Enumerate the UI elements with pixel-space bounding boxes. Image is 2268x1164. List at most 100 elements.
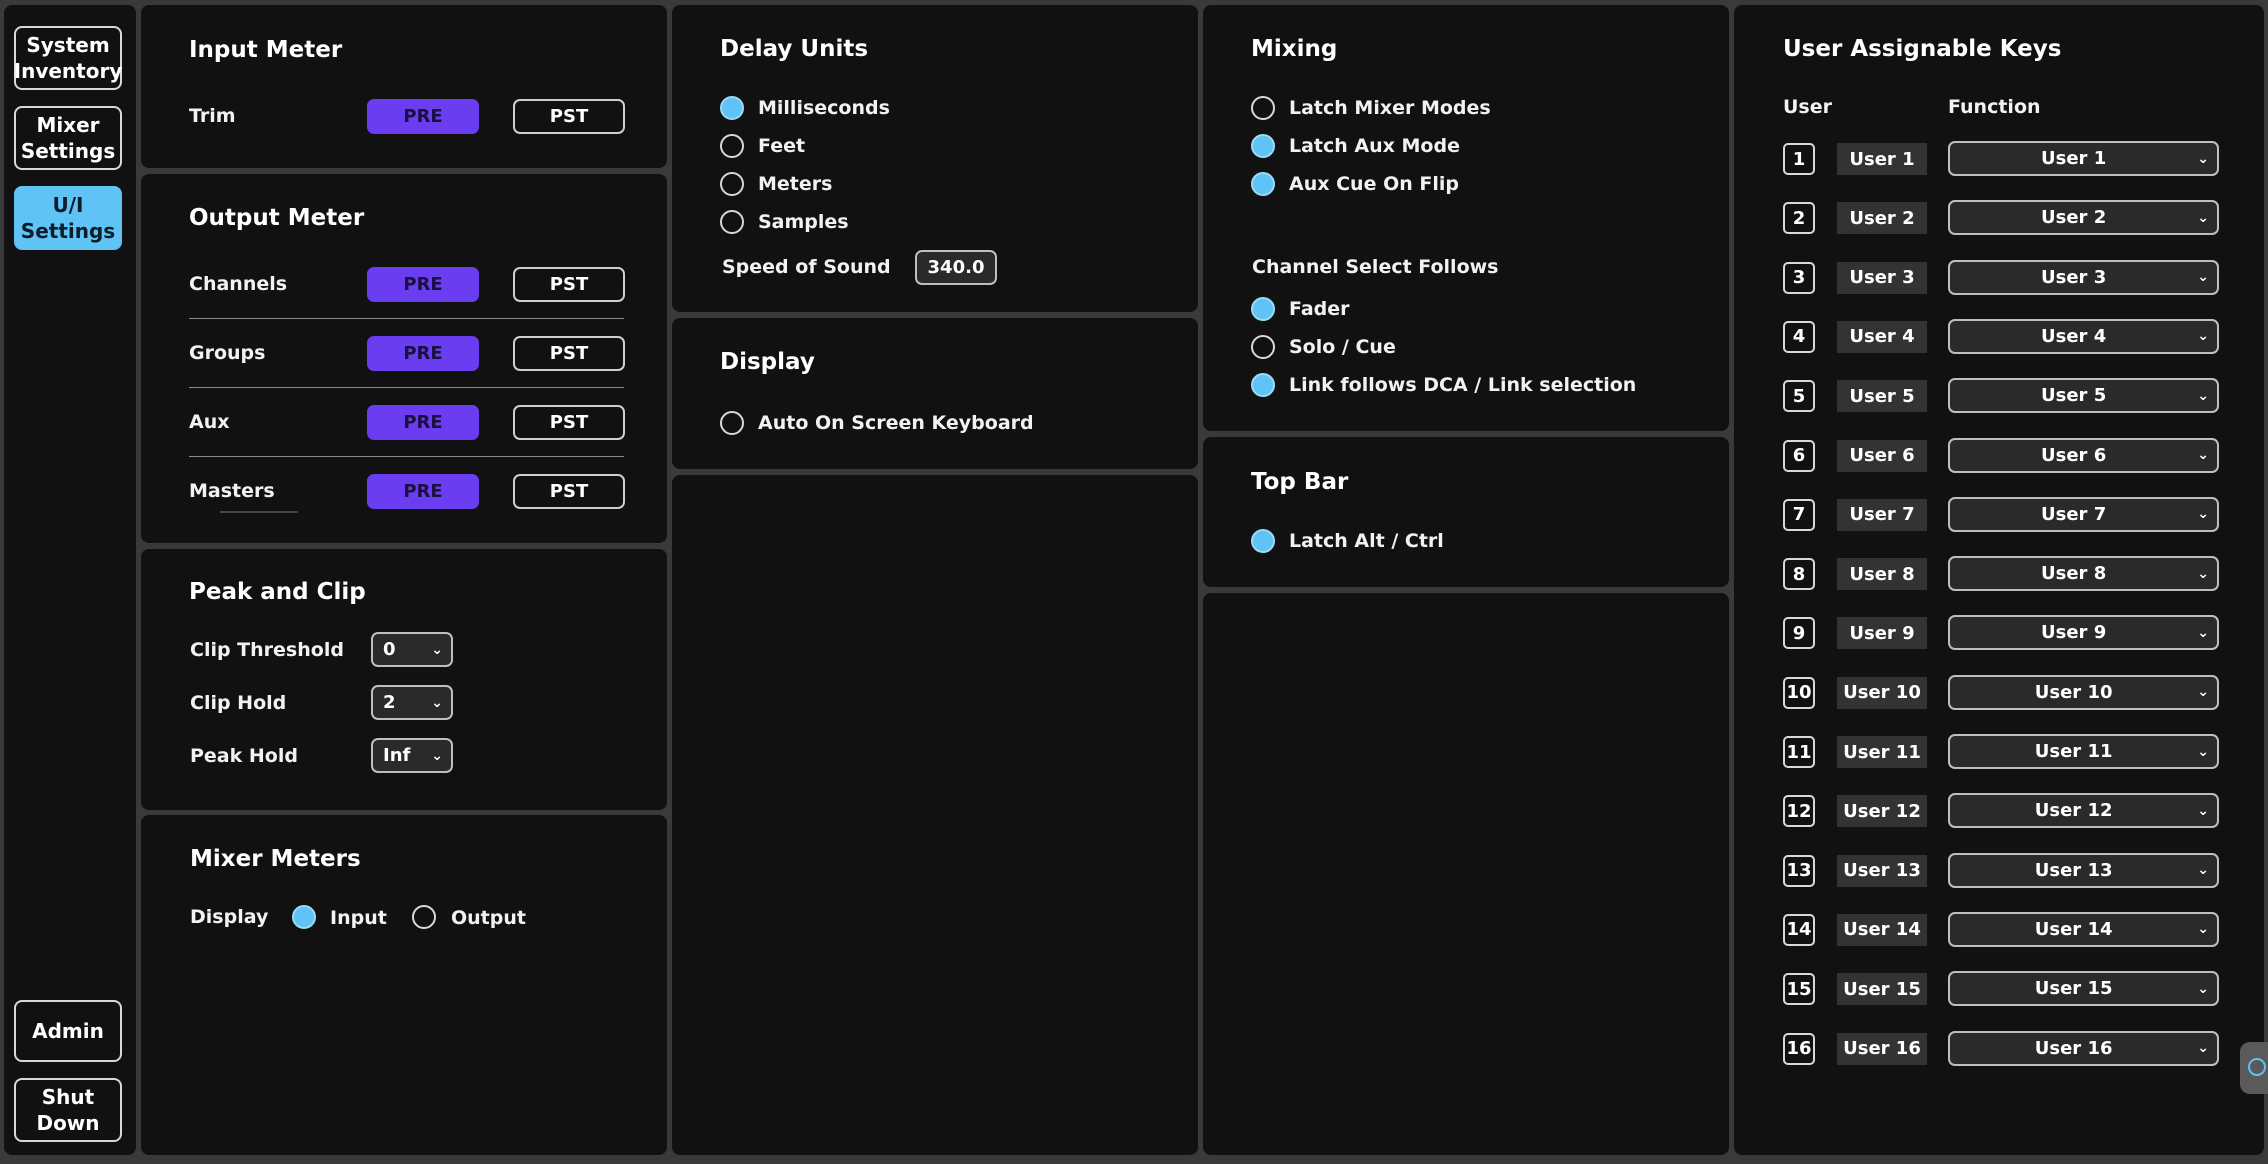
nav-mixer-settings[interactable]: Mixer Settings <box>14 106 122 170</box>
meters-input-radio[interactable] <box>292 905 316 929</box>
user-key-number: 4 <box>1783 320 1815 353</box>
chevron-down-icon: ⌄ <box>2197 921 2209 938</box>
samples-radio[interactable] <box>720 210 744 234</box>
keyboard-toggle-icon[interactable] <box>2240 1042 2268 1094</box>
user-key-function-select[interactable]: User 1 ⌄ <box>1948 141 2219 176</box>
nav-shut-down[interactable]: Shut Down <box>14 1078 122 1142</box>
meters-output-radio[interactable] <box>412 905 436 929</box>
clip-hold-value: 2 <box>383 692 396 713</box>
aux-label: Aux <box>189 411 230 433</box>
user-key-number: 3 <box>1783 261 1815 294</box>
trim-pst-button[interactable]: PST <box>513 99 625 134</box>
delay-units-title: Delay Units <box>720 36 869 62</box>
chevron-down-icon: ⌄ <box>431 694 443 711</box>
user-key-function-select[interactable]: User 11 ⌄ <box>1948 734 2219 769</box>
user-key-function-select[interactable]: User 13 ⌄ <box>1948 852 2219 888</box>
chevron-down-icon: ⌄ <box>2197 862 2209 879</box>
input-meter-title: Input Meter <box>189 37 343 63</box>
user-key-number: 5 <box>1783 380 1815 413</box>
latch-alt-ctrl-radio[interactable] <box>1251 529 1275 553</box>
auto-keyboard-radio[interactable] <box>720 411 744 435</box>
user-key-function-select[interactable]: User 3 ⌄ <box>1948 259 2219 295</box>
samples-label: Samples <box>758 211 849 233</box>
user-key-function-value: User 11 <box>2034 741 2113 762</box>
fader-radio[interactable] <box>1251 297 1275 321</box>
top-bar-title: Top Bar <box>1251 469 1349 495</box>
clip-hold-select[interactable]: 2 ⌄ <box>371 685 453 720</box>
user-key-number: 12 <box>1783 795 1815 828</box>
row-divider <box>189 318 624 319</box>
user-key-function-select[interactable]: User 12 ⌄ <box>1948 793 2219 829</box>
output-meter-title: Output Meter <box>189 205 365 231</box>
speed-of-sound-input[interactable]: 340.0 <box>915 250 997 285</box>
meters-label: Meters <box>758 173 833 195</box>
user-key-name: User 1 <box>1837 143 1927 175</box>
aux-pst-button[interactable]: PST <box>513 405 625 440</box>
clip-threshold-select[interactable]: 0 ⌄ <box>371 632 453 667</box>
chevron-down-icon: ⌄ <box>2197 150 2209 167</box>
user-key-function-select[interactable]: User 5 ⌄ <box>1948 378 2219 414</box>
chevron-down-icon: ⌄ <box>2197 743 2209 760</box>
nav-ui-settings[interactable]: U/I Settings <box>14 186 122 250</box>
user-key-name: User 10 <box>1837 676 1927 709</box>
chevron-down-icon: ⌄ <box>2197 328 2209 345</box>
user-key-name: User 8 <box>1837 558 1927 591</box>
chevron-down-icon: ⌄ <box>2197 980 2209 997</box>
masters-pst-button[interactable]: PST <box>513 474 625 509</box>
user-key-function-select[interactable]: User 8 ⌄ <box>1948 556 2219 592</box>
aux-pre-button[interactable]: PRE <box>367 405 479 440</box>
groups-pre-button[interactable]: PRE <box>367 336 479 371</box>
peak-hold-select[interactable]: Inf ⌄ <box>371 738 453 773</box>
chevron-down-icon: ⌄ <box>2197 802 2209 819</box>
user-key-function-select[interactable]: User 16 ⌄ <box>1948 1030 2219 1066</box>
nav-system-inventory[interactable]: System Inventory <box>14 26 122 90</box>
user-key-function-value: User 14 <box>2034 918 2113 940</box>
feet-label: Feet <box>758 135 806 157</box>
feet-radio[interactable] <box>720 134 744 158</box>
meters-input-label: Input <box>330 907 387 929</box>
user-key-function-select[interactable]: User 14 ⌄ <box>1948 911 2219 947</box>
user-key-function-select[interactable]: User 6 ⌄ <box>1948 437 2219 473</box>
user-key-function-select[interactable]: User 15 ⌄ <box>1948 971 2219 1007</box>
user-key-number: 11 <box>1783 736 1815 768</box>
channels-pre-button[interactable]: PRE <box>367 267 479 302</box>
user-key-function-select[interactable]: User 10 ⌄ <box>1948 674 2219 710</box>
aux-cue-on-flip-radio[interactable] <box>1251 172 1275 196</box>
solo-cue-radio[interactable] <box>1251 335 1275 359</box>
latch-aux-mode-label: Latch Aux Mode <box>1289 135 1460 157</box>
user-key-function-value: User 8 <box>2041 563 2107 585</box>
user-key-function-value: User 4 <box>2041 325 2107 347</box>
user-key-name: User 14 <box>1837 913 1927 946</box>
latch-aux-mode-radio[interactable] <box>1251 134 1275 158</box>
left-nav <box>4 5 136 1155</box>
user-key-name: User 7 <box>1837 498 1927 531</box>
user-key-function-select[interactable]: User 2 ⌄ <box>1948 200 2219 236</box>
chevron-down-icon: ⌄ <box>2197 624 2209 641</box>
user-key-function-value: User 1 <box>2041 148 2107 169</box>
mixer-meters-title: Mixer Meters <box>190 846 361 872</box>
user-key-number: 6 <box>1783 439 1815 472</box>
trim-pre-button[interactable]: PRE <box>367 99 479 134</box>
latch-mixer-modes-radio[interactable] <box>1251 96 1275 120</box>
user-key-function-select[interactable]: User 9 ⌄ <box>1948 615 2219 651</box>
milliseconds-radio[interactable] <box>720 96 744 120</box>
user-key-name: User 3 <box>1837 261 1927 294</box>
auto-keyboard-label: Auto On Screen Keyboard <box>758 412 1034 434</box>
masters-pre-button[interactable]: PRE <box>367 474 479 509</box>
user-key-name: User 2 <box>1837 202 1927 235</box>
chevron-down-icon: ⌄ <box>2197 506 2209 523</box>
link-follows-dca-radio[interactable] <box>1251 373 1275 397</box>
user-key-function-select[interactable]: User 7 ⌄ <box>1948 496 2219 532</box>
user-key-function-select[interactable]: User 4 ⌄ <box>1948 318 2219 354</box>
peak-hold-label: Peak Hold <box>190 745 298 767</box>
channels-pst-button[interactable]: PST <box>513 267 625 302</box>
groups-pst-button[interactable]: PST <box>513 336 625 371</box>
user-key-function-value: User 6 <box>2041 444 2107 466</box>
chevron-down-icon: ⌄ <box>2197 209 2209 226</box>
chevron-down-icon: ⌄ <box>2197 269 2209 286</box>
nav-admin[interactable]: Admin <box>14 1000 122 1062</box>
meters-radio[interactable] <box>720 172 744 196</box>
user-key-function-value: User 3 <box>2041 266 2107 288</box>
user-key-name: User 4 <box>1837 320 1927 353</box>
channels-label: Channels <box>189 273 288 295</box>
